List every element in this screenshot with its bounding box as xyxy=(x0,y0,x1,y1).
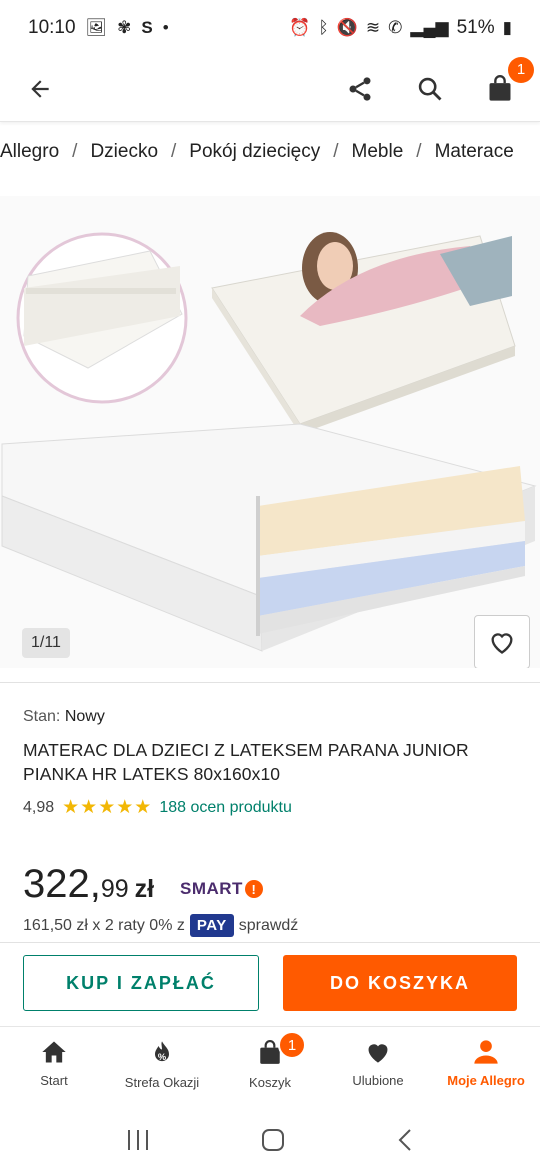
installments-text: 161,50 zł x 2 raty 0% z xyxy=(23,916,185,934)
smart-badge[interactable]: SMART ! xyxy=(180,879,263,899)
system-navigation-bar xyxy=(0,1110,540,1170)
nav-item-favorites[interactable]: Ulubione xyxy=(324,1027,432,1102)
nav-item-start[interactable]: Start xyxy=(0,1027,108,1102)
star-rating-icon: ★★★★★ xyxy=(62,797,153,818)
breadcrumb-separator: / xyxy=(171,141,177,162)
condition-row: Stan: Nowy xyxy=(23,708,523,726)
nav-label: Koszyk xyxy=(249,1075,291,1090)
image-icon: 🖼 xyxy=(85,18,108,37)
deals-icon: % xyxy=(155,1041,169,1062)
arrow-left-icon xyxy=(31,79,49,98)
nav-label: Strefa Okazji xyxy=(124,1075,200,1090)
breadcrumb-item-materace[interactable]: Materace xyxy=(435,141,514,163)
favorite-button[interactable] xyxy=(474,615,530,668)
home-icon xyxy=(42,1041,66,1063)
wifi-icon: ≋ xyxy=(365,18,381,37)
rating-score: 4,98 xyxy=(23,798,55,816)
smart-label: SMART xyxy=(180,879,243,898)
search-icon xyxy=(418,77,442,100)
breadcrumb: Allegro / Dziecko / Pokój dziecięcy / Me… xyxy=(0,132,540,172)
share-icon xyxy=(349,76,371,101)
product-image-gallery[interactable]: 1/11 xyxy=(0,196,540,668)
breadcrumb-item-dziecko[interactable]: Dziecko xyxy=(90,141,158,163)
battery-text: 51% xyxy=(456,17,495,38)
mute-icon: 🔇 xyxy=(336,18,358,37)
home-button-icon[interactable] xyxy=(260,1127,286,1153)
s-icon: S xyxy=(141,18,153,37)
buy-now-button[interactable]: KUP I ZAPŁAĆ xyxy=(23,955,259,1011)
cart-button[interactable]: 1 xyxy=(482,56,534,107)
app-bar: 1 xyxy=(0,56,540,122)
breadcrumb-item-meble[interactable]: Meble xyxy=(352,141,404,163)
bottom-navigation: Start % Strefa Okazji 1 Koszyk Ulubione … xyxy=(0,1026,540,1102)
image-counter: 1/11 xyxy=(22,628,70,658)
cart-count-badge: 1 xyxy=(508,56,534,83)
heart-icon xyxy=(368,1044,388,1063)
add-to-cart-button[interactable]: DO KOSZYKA xyxy=(283,955,517,1011)
purchase-actions: KUP I ZAPŁAĆ DO KOSZYKA xyxy=(23,955,517,1011)
status-bar: 10:10 🖼 ✾ S • ⏰ ᛒ 🔇 ≋ ✆ ▂▄▆ 51% ▮ xyxy=(0,0,540,56)
shopping-bag-icon xyxy=(489,74,511,101)
back-button[interactable] xyxy=(22,71,58,107)
status-time: 10:10 xyxy=(28,17,76,38)
heart-outline-icon xyxy=(491,633,513,654)
breadcrumb-separator: / xyxy=(333,141,339,162)
divider xyxy=(0,942,540,943)
rating-row[interactable]: 4,98 ★★★★★ 188 ocen produktu xyxy=(23,796,523,819)
call-icon: ✆ xyxy=(388,18,403,37)
nav-label: Ulubione xyxy=(352,1073,404,1088)
breadcrumb-separator: / xyxy=(72,141,78,162)
allegro-pay-badge: PAY xyxy=(189,914,234,937)
battery-icon: ▮ xyxy=(502,18,512,37)
breadcrumb-separator: / xyxy=(416,141,422,162)
divider xyxy=(0,682,540,683)
condition-value: Nowy xyxy=(64,708,105,725)
pinwheel-icon: ✾ xyxy=(117,18,132,37)
condition-label: Stan: xyxy=(23,708,61,725)
price: 322, 99 zł xyxy=(23,862,154,907)
svg-text:%: % xyxy=(158,1052,167,1062)
nav-item-cart[interactable]: 1 Koszyk xyxy=(216,1027,324,1102)
installments-row: 161,50 zł x 2 raty 0% z PAY sprawdź xyxy=(23,914,298,937)
back-nav-icon[interactable] xyxy=(395,1127,415,1153)
smart-exclamation-icon: ! xyxy=(244,880,263,898)
dot-icon: • xyxy=(162,18,169,37)
breadcrumb-item-allegro[interactable]: Allegro xyxy=(0,141,59,163)
cart-nav-badge: 1 xyxy=(278,1031,306,1059)
price-integer: 322, xyxy=(23,862,101,906)
price-decimal: 99 xyxy=(100,875,129,903)
check-installments-link[interactable]: sprawdź xyxy=(239,917,299,935)
nav-label: Moje Allegro xyxy=(447,1073,525,1088)
alarm-icon: ⏰ xyxy=(289,18,311,37)
product-title: MATERAC DLA DZIECI Z LATEKSEM PARANA JUN… xyxy=(23,740,469,784)
bluetooth-icon: ᛒ xyxy=(318,18,329,37)
rating-count-link[interactable]: 188 ocen produktu xyxy=(159,799,292,817)
signal-icon: ▂▄▆ xyxy=(410,18,449,37)
price-currency: zł xyxy=(134,875,155,903)
product-info: Stan: Nowy MATERAC DLA DZIECI Z LATEKSEM… xyxy=(23,708,523,819)
product-image xyxy=(1,232,537,652)
nav-label: Start xyxy=(40,1073,68,1088)
user-icon xyxy=(474,1040,498,1064)
search-button[interactable] xyxy=(412,71,448,107)
recent-apps-icon[interactable] xyxy=(125,1128,151,1152)
breadcrumb-item-pokoj[interactable]: Pokój dziecięcy xyxy=(189,141,320,163)
nav-item-my-allegro[interactable]: Moje Allegro xyxy=(432,1027,540,1102)
nav-item-deals[interactable]: % Strefa Okazji xyxy=(108,1027,216,1102)
share-button[interactable] xyxy=(342,71,378,107)
